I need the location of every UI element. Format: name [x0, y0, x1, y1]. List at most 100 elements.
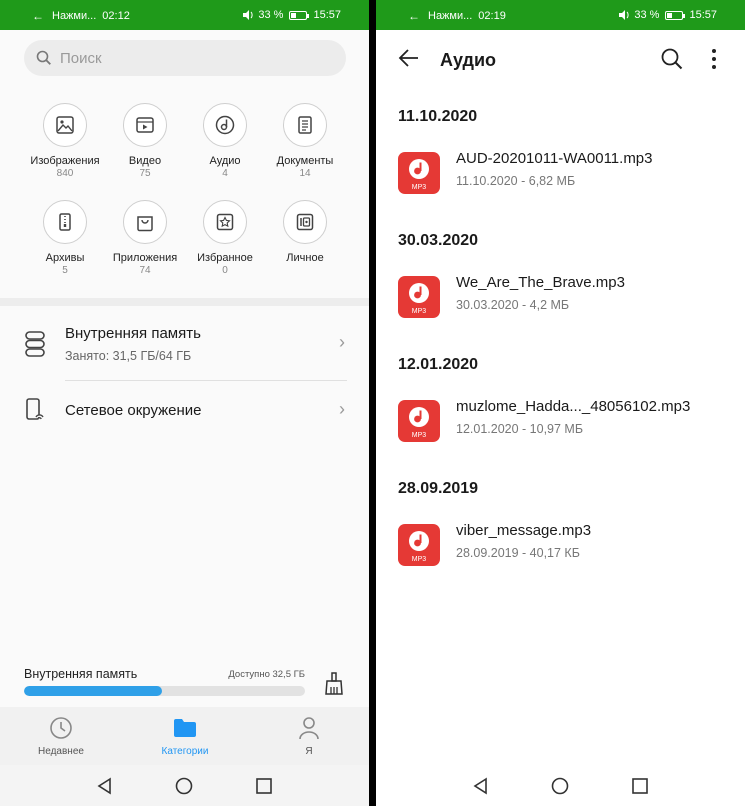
date-header: 12.01.2020: [398, 356, 479, 373]
battery-level: [667, 12, 673, 18]
music-note-icon: MP3: [409, 283, 429, 315]
category-count: 75: [139, 168, 151, 179]
mp3-file-icon: MP3: [398, 152, 440, 194]
category-icon-circle: [43, 200, 87, 244]
category-icon-circle: [43, 103, 87, 147]
nav-recents-icon[interactable]: [255, 777, 273, 795]
chevron-right-icon: ›: [339, 399, 345, 419]
mp3-badge-text: MP3: [412, 184, 427, 191]
date-header: 11.10.2020: [398, 108, 478, 125]
search-icon: [36, 50, 51, 65]
battery-level: [291, 12, 297, 18]
audio-file-item[interactable]: MP3 We_Are_The_Brave.mp3 30.03.2020 - 4,…: [376, 272, 745, 328]
storage-free-text: Доступно 32,5 ГБ: [228, 669, 305, 680]
person-icon: [299, 717, 319, 740]
status-bar: ← Нажми... 02:12 33 % 15:57: [0, 0, 369, 30]
internal-storage-usage: Занято: 31,5 ГБ/64 ГБ: [65, 349, 192, 363]
file-manager-categories-screen: ← Нажми... 02:12 33 % 15:57 Изображения …: [0, 0, 369, 806]
tab-label: Я: [305, 746, 313, 757]
category-label: Документы: [276, 155, 334, 167]
cleanup-broom-icon[interactable]: [323, 671, 345, 697]
safe-icon: [296, 213, 314, 231]
mp3-file-icon: MP3: [398, 276, 440, 318]
network-row[interactable]: Сетевое окружение ›: [0, 381, 369, 441]
favorites-icon: [216, 213, 234, 231]
nav-home-icon[interactable]: [551, 777, 569, 795]
archive-icon: [59, 213, 71, 231]
mp3-file-icon: MP3: [398, 524, 440, 566]
notification-text: Нажми...: [428, 10, 473, 22]
category-apps[interactable]: Приложения 74: [105, 200, 185, 276]
storage-icon: [25, 331, 45, 357]
notification-text: Нажми...: [52, 10, 97, 22]
internal-storage-title: Внутренняя память: [65, 325, 201, 342]
folder-icon: [174, 719, 196, 737]
network-device-icon: [26, 398, 44, 420]
category-archives[interactable]: Архивы 5: [25, 200, 105, 276]
category-label: Избранное: [197, 252, 253, 264]
category-images[interactable]: Изображения 840: [25, 103, 105, 179]
file-meta: 12.01.2020 - 10,97 МБ: [456, 422, 584, 436]
bottom-tab-bar: Недавнее Категории Я: [0, 707, 369, 765]
category-icon-circle: [203, 103, 247, 147]
nav-back-icon[interactable]: [96, 777, 114, 795]
nav-back-icon[interactable]: [472, 777, 490, 795]
battery-percent: 33 %: [634, 9, 660, 21]
date-header: 28.09.2019: [398, 480, 479, 497]
page-title: Аудио: [440, 50, 497, 70]
status-time-right: 15:57: [313, 9, 341, 21]
file-meta: 28.09.2019 - 40,17 КБ: [456, 546, 580, 560]
category-count: 840: [56, 168, 74, 179]
date-header: 30.03.2020: [398, 232, 479, 249]
category-icon-circle: [203, 200, 247, 244]
clock-icon: [50, 717, 72, 739]
volume-icon: [243, 10, 254, 20]
tab-recent[interactable]: Недавнее: [21, 715, 101, 757]
category-icon-circle: [123, 103, 167, 147]
music-note-icon: MP3: [409, 407, 429, 439]
back-arrow-icon: ←: [408, 9, 420, 23]
category-favorites[interactable]: Избранное 0: [185, 200, 265, 276]
network-title: Сетевое окружение: [65, 402, 202, 419]
category-count: 5: [62, 265, 68, 276]
category-video[interactable]: Видео 75: [105, 103, 185, 179]
search-input[interactable]: [60, 49, 310, 67]
storage-progress-fill: [24, 686, 162, 696]
storage-summary-label: Внутренняя память: [24, 667, 138, 681]
mp3-badge-text: MP3: [412, 432, 427, 439]
category-count: 0: [222, 265, 228, 276]
audio-icon: [215, 115, 235, 135]
file-meta: 30.03.2020 - 4,2 МБ: [456, 298, 570, 312]
audio-file-item[interactable]: MP3 AUD-20201011-WA0011.mp3 11.10.2020 -…: [376, 148, 745, 204]
category-count: 14: [299, 168, 311, 179]
search-bar[interactable]: [24, 40, 346, 76]
audio-file-item[interactable]: MP3 muzlome_Hadda..._48056102.mp3 12.01.…: [376, 396, 745, 452]
status-time-left: 02:12: [102, 10, 130, 22]
tab-categories[interactable]: Категории: [145, 715, 225, 757]
chevron-right-icon: ›: [339, 332, 345, 352]
category-documents[interactable]: Документы 14: [265, 103, 345, 179]
system-nav-bar: [376, 765, 745, 806]
nav-home-icon[interactable]: [175, 777, 193, 795]
search-icon[interactable]: [660, 47, 684, 71]
system-nav-bar: [0, 765, 369, 806]
image-icon: [56, 116, 74, 134]
audio-file-item[interactable]: MP3 viber_message.mp3 28.09.2019 - 40,17…: [376, 520, 745, 576]
category-audio[interactable]: Аудио 4: [185, 103, 265, 179]
category-icon-circle: [283, 200, 327, 244]
more-options-icon[interactable]: [710, 48, 718, 70]
category-private[interactable]: Личное: [265, 200, 345, 265]
music-note-icon: MP3: [409, 159, 429, 191]
internal-storage-row[interactable]: Внутренняя память Занято: 31,5 ГБ/64 ГБ …: [0, 306, 369, 380]
category-icon-circle: [283, 103, 327, 147]
apps-icon: [137, 216, 153, 232]
category-label: Личное: [286, 252, 324, 264]
nav-recents-icon[interactable]: [631, 777, 649, 795]
mp3-file-icon: MP3: [398, 400, 440, 442]
status-bar: ← Нажми... 02:19 33 % 15:57: [376, 0, 745, 30]
status-time-right: 15:57: [689, 9, 717, 21]
back-arrow-icon[interactable]: [398, 48, 420, 68]
tab-me[interactable]: Я: [269, 715, 349, 757]
volume-icon: [619, 10, 630, 20]
back-arrow-icon: ←: [32, 9, 44, 23]
